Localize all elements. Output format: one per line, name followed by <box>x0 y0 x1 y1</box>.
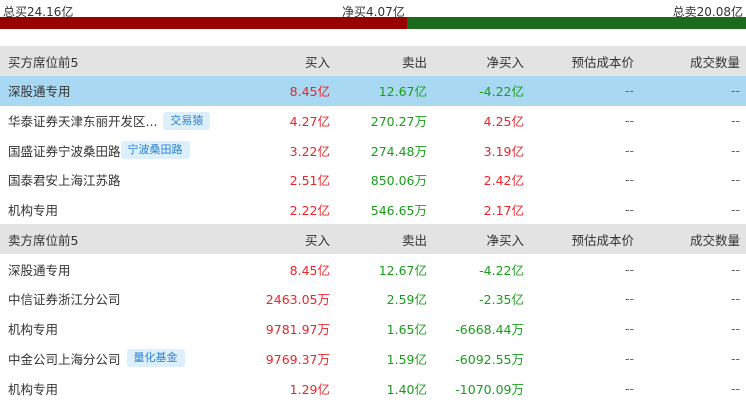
buy-amount: 8.45亿 <box>289 84 330 100</box>
buy-header-name: 买方席位前5 <box>8 54 79 70</box>
sell-header-cost: 预估成本价 <box>571 232 634 248</box>
buy-amount: 9769.37万 <box>265 351 330 367</box>
buy-amount: 2.22亿 <box>289 203 330 219</box>
sell-header-volume: 成交数量 <box>689 232 740 248</box>
sell-amount: 546.65万 <box>370 203 427 219</box>
cost-price: -- <box>624 113 634 129</box>
seat-name-cell: 国盛证券宁波桑田路 宁波桑田路 <box>0 135 244 165</box>
buy-row[interactable]: 国盛证券宁波桑田路 宁波桑田路 3.22亿 274.48万 3.19亿 -- -… <box>0 135 746 166</box>
volume: -- <box>730 142 740 158</box>
sell-amount: 12.67亿 <box>378 262 427 278</box>
sell-row[interactable]: 中信证券浙江分公司 2463.05万 2.59亿 -2.35亿 -- -- <box>0 284 746 314</box>
volume: -- <box>730 83 740 99</box>
sell-row[interactable]: 机构专用 9781.97万 1.65亿 -6668.44万 -- -- <box>0 313 746 344</box>
volume: -- <box>730 380 740 396</box>
net-amount: -4.22亿 <box>479 262 524 278</box>
sell-header-sell: 卖出 <box>401 232 427 248</box>
buy-amount: 1.29亿 <box>289 381 330 397</box>
sell-amount: 1.65亿 <box>386 322 427 338</box>
sell-row[interactable]: 机构专用 1.29亿 1.40亿 -1070.09万 -- -- <box>0 373 746 403</box>
buy-row[interactable]: 机构专用 2.22亿 546.65万 2.17亿 -- -- <box>0 194 746 225</box>
buy-row[interactable]: 深股通专用 8.45亿 12.67亿 -4.22亿 -- -- <box>0 76 746 106</box>
buy-amount: 8.45亿 <box>289 262 330 278</box>
buy-sell-ratio-bar <box>0 17 746 29</box>
net-amount: -6092.55万 <box>455 351 524 367</box>
seat-name: 机构专用 <box>8 322 59 338</box>
sell-header-buy: 买入 <box>304 232 330 248</box>
net-amount: -1070.09万 <box>455 381 524 397</box>
cost-price: -- <box>624 291 634 307</box>
seat-name: 华泰证券天津东丽开发区... <box>8 114 158 130</box>
buy-amount: 4.27亿 <box>289 114 330 130</box>
seat-name: 深股通专用 <box>8 262 71 278</box>
seat-name: 中信证券浙江分公司 <box>8 292 121 308</box>
buy-amount: 2.51亿 <box>289 173 330 189</box>
seat-tag[interactable]: 量化基金 <box>126 349 185 368</box>
buy-header-cost: 预估成本价 <box>571 54 634 70</box>
volume: -- <box>730 291 740 307</box>
volume: -- <box>730 113 740 129</box>
trade-summary: 总买24.16亿 净买4.07亿 总卖20.08亿 <box>0 0 746 30</box>
buy-header-volume: 成交数量 <box>689 54 740 70</box>
buy-header-buy: 买入 <box>304 54 330 70</box>
seat-name: 国盛证券宁波桑田路 <box>8 143 121 159</box>
sell-row[interactable]: 深股通专用 8.45亿 12.67亿 -4.22亿 -- -- <box>0 254 746 285</box>
net-amount: 2.42亿 <box>483 173 524 189</box>
sell-section-header: 卖方席位前5 买入 卖出 净买入 预估成本价 成交数量 <box>0 224 746 255</box>
cost-price: -- <box>624 202 634 218</box>
sell-amount: 2.59亿 <box>386 292 427 308</box>
buy-amount: 3.22亿 <box>289 143 330 159</box>
buy-header-net: 净买入 <box>486 54 524 70</box>
cost-price: -- <box>624 380 634 396</box>
volume: -- <box>730 350 740 366</box>
buy-amount: 9781.97万 <box>265 322 330 338</box>
seat-name: 中金公司上海分公司 <box>8 351 121 367</box>
buy-section-header: 买方席位前5 买入 卖出 净买入 预估成本价 成交数量 <box>0 46 746 76</box>
cost-price: -- <box>624 142 634 158</box>
volume: -- <box>730 321 740 337</box>
sell-bar-segment <box>407 17 746 29</box>
net-amount: -4.22亿 <box>479 84 524 100</box>
sell-amount: 1.59亿 <box>386 351 427 367</box>
seat-tag[interactable]: 交易猿 <box>163 111 211 130</box>
sell-header-net: 净买入 <box>486 232 524 248</box>
seat-name: 深股通专用 <box>8 84 71 100</box>
buy-header-sell: 卖出 <box>401 54 427 70</box>
seat-name: 机构专用 <box>8 381 59 397</box>
sell-amount: 850.06万 <box>370 173 427 189</box>
sell-amount: 12.67亿 <box>378 84 427 100</box>
cost-price: -- <box>624 321 634 337</box>
sell-amount: 270.27万 <box>370 114 427 130</box>
seat-name-cell: 华泰证券天津东丽开发区... 交易猿 <box>0 106 244 136</box>
sell-header-name: 卖方席位前5 <box>8 232 79 248</box>
sell-amount: 274.48万 <box>370 143 427 159</box>
cost-price: -- <box>624 172 634 188</box>
buy-bar-segment <box>0 17 408 29</box>
seat-name-cell: 中金公司上海分公司 量化基金 <box>0 344 244 374</box>
net-amount: -6668.44万 <box>455 322 524 338</box>
net-amount: 4.25亿 <box>483 114 524 130</box>
buy-row[interactable]: 国泰君安上海江苏路 2.51亿 850.06万 2.42亿 -- -- <box>0 165 746 195</box>
seat-tag[interactable]: 宁波桑田路 <box>120 141 190 160</box>
cost-price: -- <box>624 83 634 99</box>
net-amount: 3.19亿 <box>483 143 524 159</box>
seat-name: 机构专用 <box>8 203 59 219</box>
buy-amount: 2463.05万 <box>265 292 330 308</box>
sell-row[interactable]: 中金公司上海分公司 量化基金 9769.37万 1.59亿 -6092.55万 … <box>0 343 746 374</box>
cost-price: -- <box>624 350 634 366</box>
volume: -- <box>730 202 740 218</box>
volume: -- <box>730 261 740 277</box>
cost-price: -- <box>624 261 634 277</box>
volume: -- <box>730 172 740 188</box>
net-amount: 2.17亿 <box>483 203 524 219</box>
net-amount: -2.35亿 <box>479 292 524 308</box>
seat-name: 国泰君安上海江苏路 <box>8 173 121 189</box>
sell-amount: 1.40亿 <box>386 381 427 397</box>
buy-row[interactable]: 华泰证券天津东丽开发区... 交易猿 4.27亿 270.27万 4.25亿 -… <box>0 105 746 136</box>
